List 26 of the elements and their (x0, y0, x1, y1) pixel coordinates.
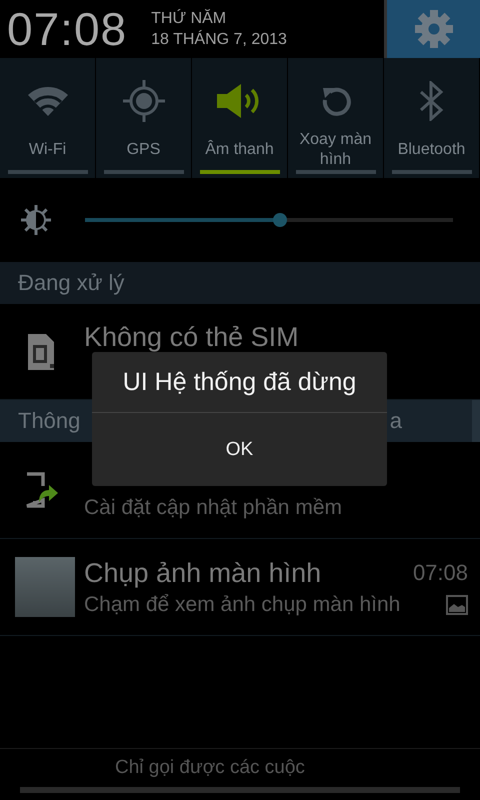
weekday-label: THỨ NĂM (151, 8, 228, 29)
brightness-icon (20, 204, 52, 236)
settings-icon (414, 9, 454, 49)
section-title: Thông (18, 408, 80, 434)
notification-title: Chụp ảnh màn hình (84, 558, 322, 588)
bluetooth-icon (418, 81, 444, 121)
carrier-status-text: Chỉ gọi được các cuộc (115, 757, 305, 779)
phone-update-icon (25, 472, 59, 508)
drag-handle[interactable] (20, 787, 460, 793)
date-label: 18 THÁNG 7, 2013 (151, 29, 287, 50)
image-icon (446, 594, 468, 614)
section-title: Đang xử lý (18, 270, 124, 296)
location-target-icon (122, 80, 164, 122)
clock-time: 07:08 (7, 2, 128, 56)
rotate-icon (320, 86, 350, 116)
dialog-title: UI Hệ thống đã dừng (92, 352, 387, 413)
notification-subtitle: Chạm để xem ảnh chụp màn hình (84, 592, 400, 616)
notification-subtitle: Cài đặt cập nhật phần mềm (84, 496, 342, 520)
notification-title: Không có thẻ SIM (84, 322, 300, 353)
notification-time: 07:08 (412, 560, 468, 586)
clear-button[interactable]: a (390, 408, 402, 434)
notification-item[interactable]: Chụp ảnh màn hình 07:08 Chạm để xem ảnh chụp màn hình (0, 539, 480, 636)
settings-button[interactable] (384, 0, 480, 58)
photo-placeholder (15, 557, 75, 617)
wifi-icon (26, 85, 70, 117)
slider-thumb[interactable] (273, 213, 288, 227)
